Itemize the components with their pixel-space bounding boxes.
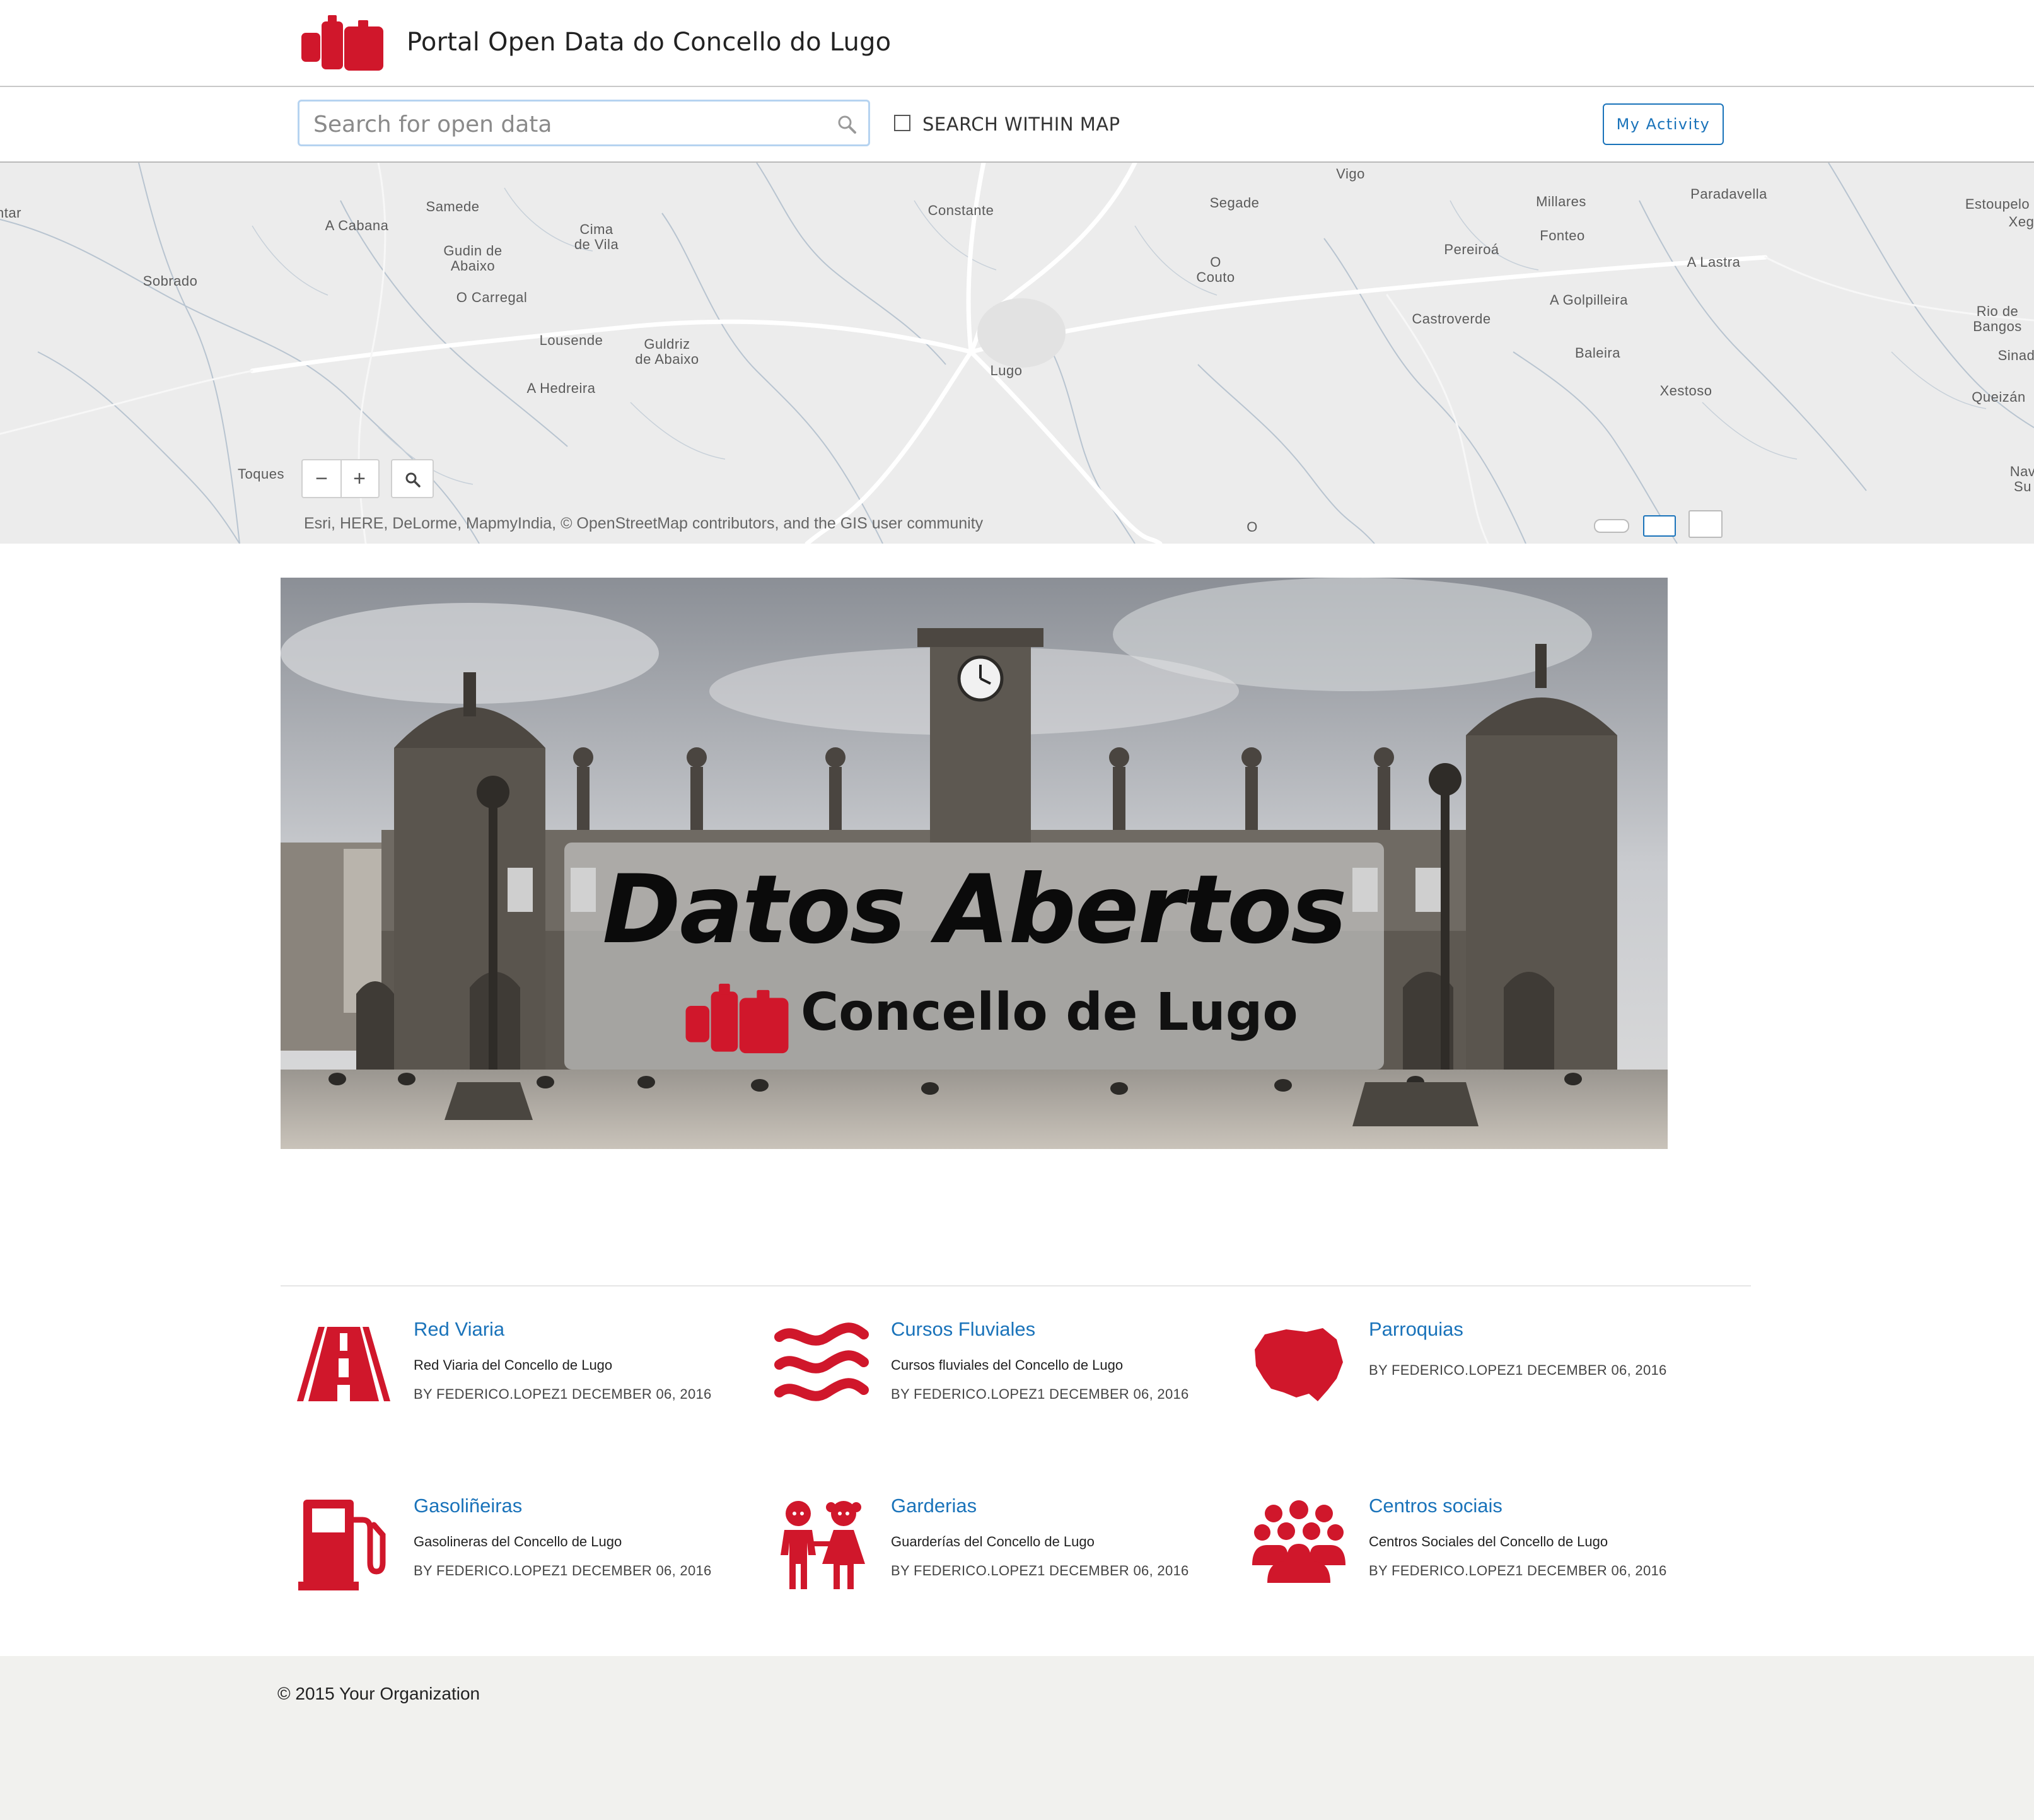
site-title[interactable]: Portal Open Data do Concello do Lugo [407, 28, 891, 57]
concello-logo-icon [685, 983, 789, 1054]
search-input[interactable] [312, 108, 819, 141]
site-header: Portal Open Data do Concello do Lugo [0, 0, 2034, 87]
dataset-meta: BY FEDERICO.LOPEZ1 DECEMBER 06, 2016 [414, 1386, 712, 1402]
map-place-label: Pereiroá [1444, 242, 1499, 257]
dataset-title-link[interactable]: Cursos Fluviales [891, 1318, 1035, 1341]
map-place-label: Queizán [1972, 389, 2026, 405]
search-icon [405, 472, 421, 487]
section-divider [281, 1285, 1751, 1286]
map-place-label: Toques [238, 466, 284, 482]
map-place-label: A Lastra [1687, 254, 1741, 270]
dataset-meta: BY FEDERICO.LOPEZ1 DECEMBER 06, 2016 [414, 1563, 712, 1578]
map-place-label: A Cabana [325, 218, 389, 233]
dataset-description: Cursos fluviales del Concello de Lugo [891, 1357, 1124, 1373]
zoom-in-button[interactable]: + [340, 460, 378, 497]
search-toolbar: SEARCH WITHIN MAP My Activity [0, 87, 2034, 163]
my-activity-button[interactable]: My Activity [1603, 103, 1724, 145]
children-icon [781, 1501, 865, 1589]
people-group-icon [1252, 1500, 1345, 1583]
map-place-label: Xestoso [1659, 383, 1712, 399]
dataset-description: Gasolineras del Concello de Lugo [414, 1534, 622, 1549]
dataset-title-link[interactable]: Parroquias [1369, 1318, 1463, 1341]
map-attribution: Esri, HERE, DeLorme, MapmyIndia, © OpenS… [304, 515, 984, 532]
map-place-label: Lousende [539, 332, 603, 348]
dataset-title-link[interactable]: Centros sociais [1369, 1495, 1502, 1517]
search-box [298, 100, 870, 146]
map-region-icon [1255, 1328, 1343, 1401]
zoom-out-button[interactable]: − [303, 460, 342, 497]
map-place-label: O Carregal [456, 289, 528, 305]
map-place-label: Paradavella [1690, 186, 1767, 202]
dataset-meta: BY FEDERICO.LOPEZ1 DECEMBER 06, 2016 [891, 1563, 1189, 1578]
map-place-label: Guldriz de Abaixo [635, 336, 699, 367]
dataset-description: Red Viaria del Concello de Lugo [414, 1357, 613, 1373]
dataset-description: Guarderías del Concello de Lugo [891, 1534, 1095, 1549]
dataset-title-link[interactable]: Gasoliñeiras [414, 1495, 522, 1517]
basemap-toggle-light[interactable] [1594, 519, 1629, 533]
search-within-map-label[interactable]: SEARCH WITHIN MAP [922, 114, 1120, 135]
basemap-toggle-imagery[interactable] [1688, 510, 1723, 538]
search-within-map-checkbox[interactable] [894, 115, 910, 131]
concello-logo-icon[interactable] [300, 14, 385, 72]
fuel-pump-icon [298, 1500, 386, 1590]
basemap-toggle-group [1594, 506, 1745, 538]
banner-title: Datos Abertos [602, 855, 1347, 965]
dataset-card: Parroquias BY FEDERICO.LOPEZ1 DECEMBER 0… [1236, 1318, 1702, 1444]
dataset-meta: BY FEDERICO.LOPEZ1 DECEMBER 06, 2016 [1369, 1362, 1667, 1378]
map-place-label: Millares [1536, 194, 1586, 209]
footer-copyright: © 2015 Your Organization [277, 1684, 480, 1703]
dataset-card: Centros sociais Centros Sociales del Con… [1236, 1495, 1702, 1621]
dataset-title-link[interactable]: Red Viaria [414, 1318, 504, 1341]
map-place-label: Segade [1209, 195, 1260, 211]
dataset-card: Gasoliñeiras Gasolineras del Concello de… [281, 1495, 747, 1621]
map-place-label: A Hedreira [526, 380, 596, 396]
map-place-label: Estoupelo [1965, 196, 2030, 212]
map-place-label: Fonteo [1540, 228, 1585, 243]
dataset-meta: BY FEDERICO.LOPEZ1 DECEMBER 06, 2016 [891, 1386, 1189, 1402]
map-place-label: Constante [927, 202, 994, 218]
map-place-label: ntar [0, 205, 21, 221]
dataset-meta: BY FEDERICO.LOPEZ1 DECEMBER 06, 2016 [1369, 1563, 1667, 1578]
map-place-label: Vigo [1336, 166, 1365, 182]
map-place-label: Samede [426, 199, 480, 214]
map-place-label: Rio de Bangos [1973, 303, 2022, 334]
map-place-label: Sinad [1997, 347, 2034, 363]
dataset-card: Garderias Guarderías del Concello de Lug… [758, 1495, 1224, 1621]
map-place-label: Gudin de Abaixo [443, 243, 503, 274]
map-place-label: Sobrado [142, 273, 198, 289]
road-icon [297, 1327, 390, 1401]
hero-banner: Datos Abertos Concello de Lugo [281, 578, 1668, 1149]
dataset-description: Centros Sociales del Concello de Lugo [1369, 1534, 1608, 1549]
zoom-controls: − + [301, 459, 380, 498]
dataset-card: Red Viaria Red Viaria del Concello de Lu… [281, 1318, 747, 1444]
dataset-title-link[interactable]: Garderias [891, 1495, 977, 1517]
banner-subtitle: Concello de Lugo [801, 983, 1298, 1042]
map-view[interactable]: ntar Samede A Cabana Cima de Vila Gudin … [0, 163, 2034, 544]
map-place-label: O Couto [1196, 254, 1235, 285]
banner-overlay: Datos Abertos Concello de Lugo [564, 843, 1384, 1070]
basemap-toggle-streets[interactable] [1643, 515, 1676, 537]
map-place-label: Cima de Vila [574, 221, 619, 252]
map-place-label: Nav Su [2009, 464, 2034, 494]
map-place-label: O [1247, 519, 1258, 535]
map-search-button[interactable] [391, 459, 434, 498]
site-footer: © 2015 Your Organization [0, 1656, 2034, 1820]
map-place-label: Castroverde [1412, 311, 1491, 327]
map-place-label: Lugo [990, 363, 1023, 378]
map-place-label: Baleira [1575, 345, 1620, 361]
dataset-card: Cursos Fluviales Cursos fluviales del Co… [758, 1318, 1224, 1444]
search-icon[interactable] [837, 114, 857, 134]
map-place-label: Xeg [2008, 214, 2034, 230]
map-place-label: A Golpilleira [1550, 292, 1628, 308]
water-waves-icon [774, 1322, 869, 1401]
